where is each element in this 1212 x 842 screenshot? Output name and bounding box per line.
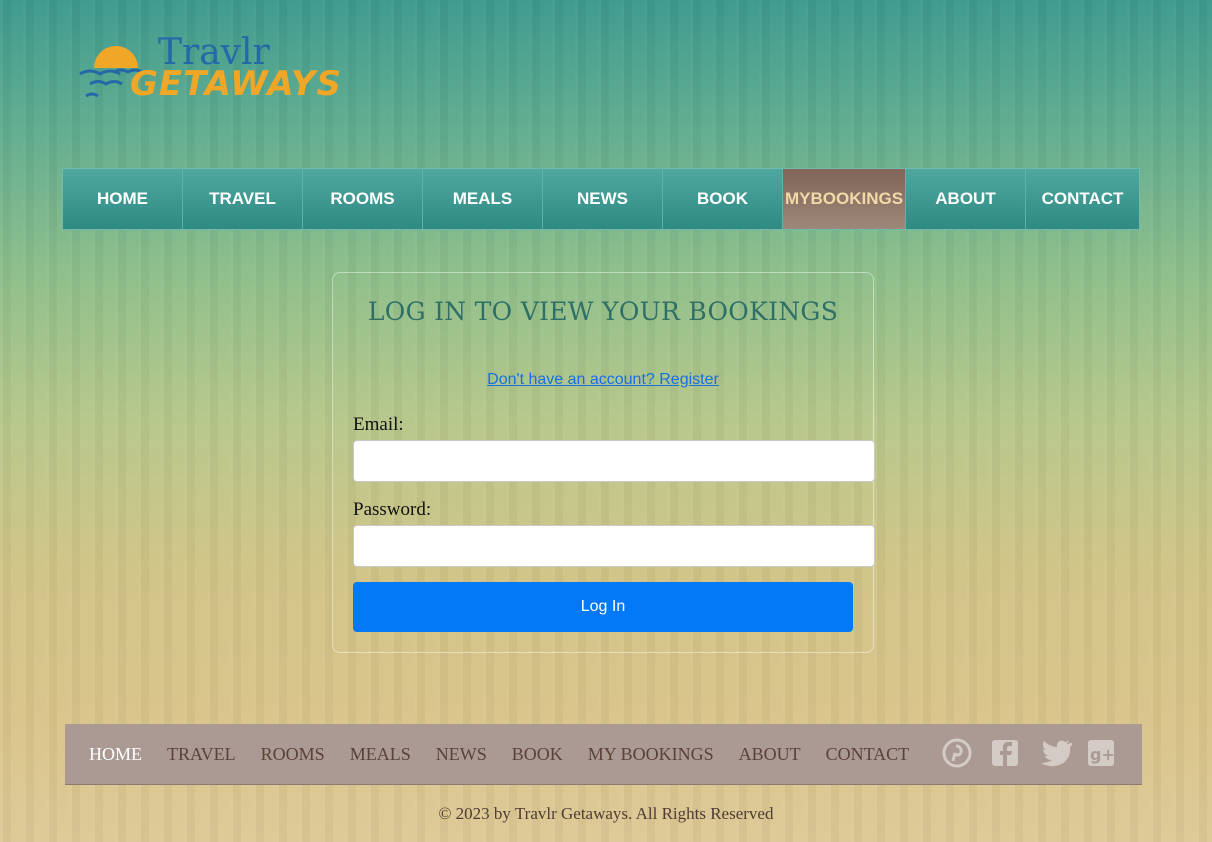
register-link[interactable]: Don't have an account? Register — [333, 371, 873, 389]
footer-link-contact[interactable]: CONTACT — [826, 744, 910, 765]
email-label: Email: — [353, 414, 404, 435]
footer-link-book[interactable]: BOOK — [512, 744, 563, 765]
nav-contact[interactable]: CONTACT — [1026, 169, 1139, 229]
footer-link-meals[interactable]: MEALS — [350, 744, 411, 765]
nav-home[interactable]: HOME — [63, 169, 183, 229]
login-card: LOG IN TO VIEW YOUR BOOKINGS Don't have … — [332, 272, 875, 653]
twitter-icon[interactable] — [1038, 738, 1073, 768]
footer-link-travel[interactable]: TRAVEL — [167, 744, 236, 765]
facebook-icon[interactable] — [990, 738, 1020, 768]
site-logo[interactable]: Travlr GETAWAYS — [78, 32, 341, 110]
footer-link-about[interactable]: ABOUT — [739, 744, 801, 765]
social-links: g+ — [942, 738, 1116, 768]
footer-link-home[interactable]: HOME — [89, 744, 142, 765]
svg-text:g+: g+ — [1090, 745, 1115, 764]
pinterest-icon[interactable] — [942, 738, 972, 768]
copyright-text: © 2023 by Travlr Getaways. All Rights Re… — [438, 804, 774, 823]
nav-about[interactable]: ABOUT — [906, 169, 1026, 229]
footer-link-rooms[interactable]: ROOMS — [261, 744, 325, 765]
email-field[interactable] — [353, 440, 875, 482]
password-label: Password: — [353, 499, 432, 520]
google-plus-icon[interactable]: g+ — [1086, 738, 1116, 768]
logo-subtitle: GETAWAYS — [130, 64, 342, 104]
footer-link-mybookings[interactable]: MY BOOKINGS — [588, 744, 714, 765]
nav-mybookings[interactable]: MYBOOKINGS — [783, 169, 906, 229]
main-navigation: HOME TRAVEL ROOMS MEALS NEWS BOOK MYBOOK… — [62, 168, 1140, 230]
nav-meals[interactable]: MEALS — [423, 169, 543, 229]
login-title: LOG IN TO VIEW YOUR BOOKINGS — [367, 297, 839, 326]
login-button[interactable]: Log In — [353, 582, 853, 632]
nav-rooms[interactable]: ROOMS — [303, 169, 423, 229]
nav-book[interactable]: BOOK — [663, 169, 783, 229]
password-field[interactable] — [353, 525, 875, 567]
nav-travel[interactable]: TRAVEL — [183, 169, 303, 229]
footer-link-news[interactable]: NEWS — [436, 744, 487, 765]
nav-news[interactable]: NEWS — [543, 169, 663, 229]
footer-navigation: HOME TRAVEL ROOMS MEALS NEWS BOOK MY BOO… — [65, 724, 1142, 785]
